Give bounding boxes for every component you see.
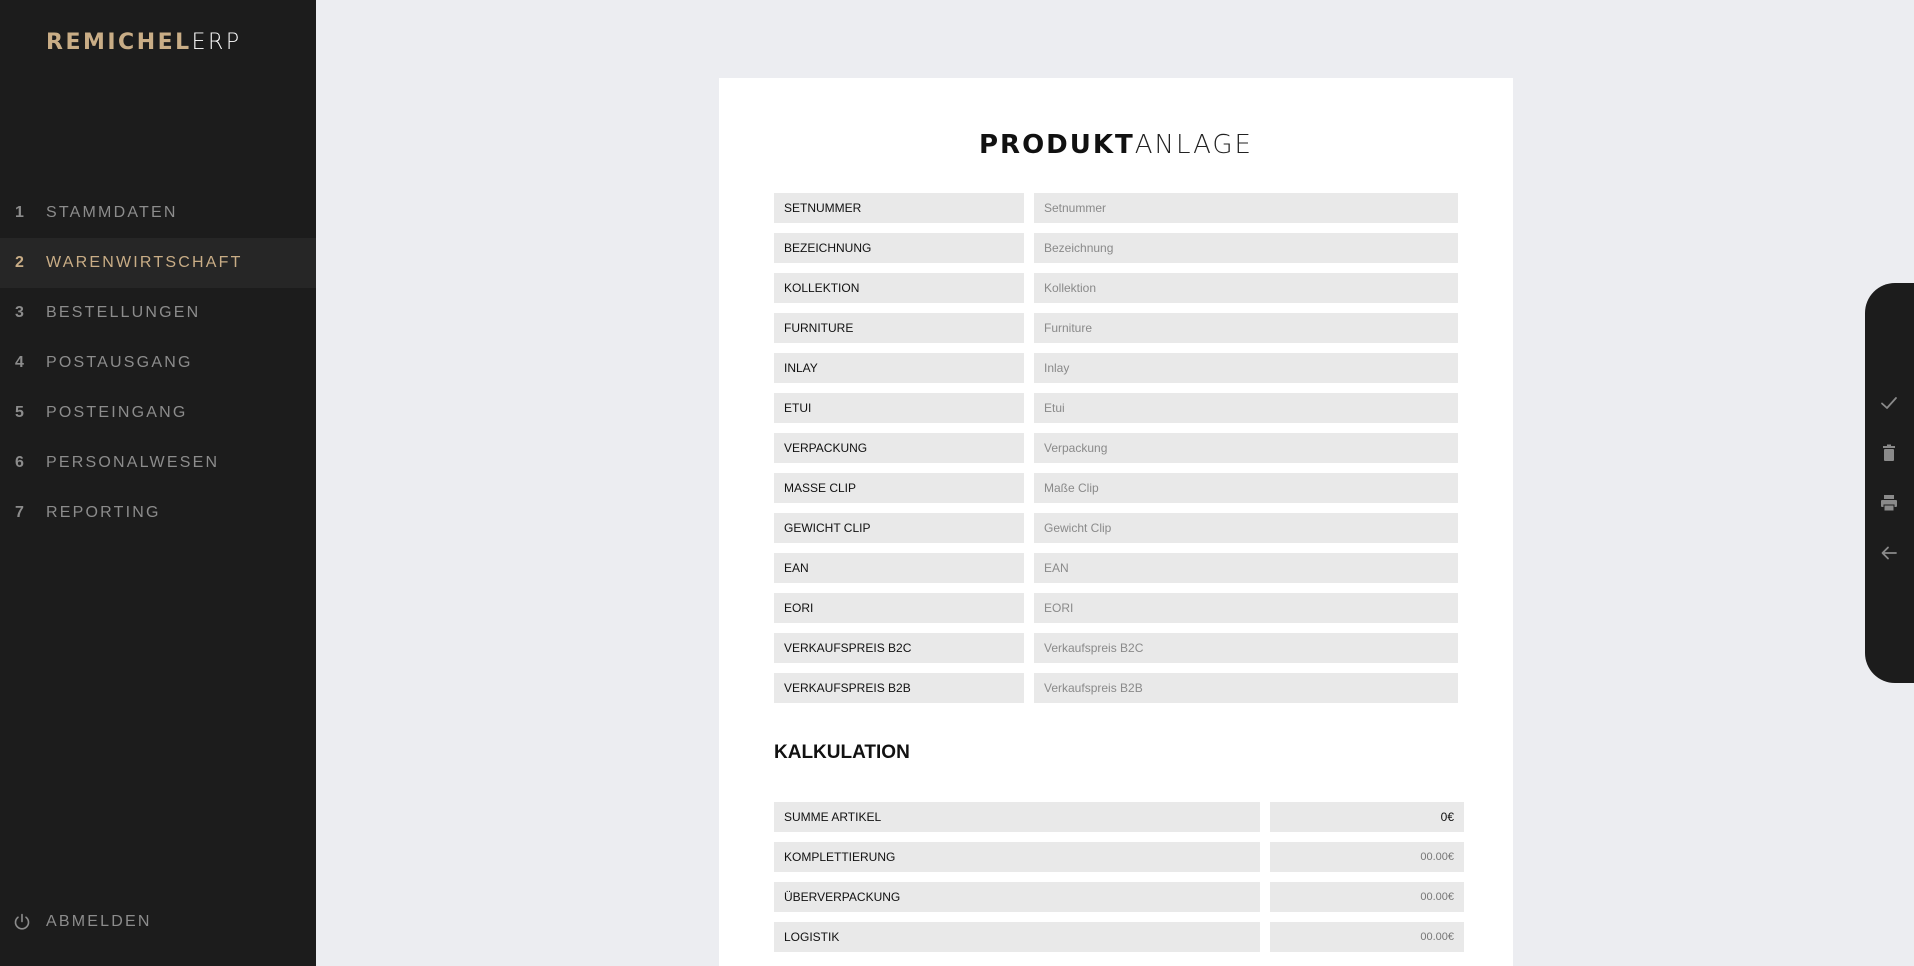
- check-icon: [1881, 397, 1897, 409]
- title-light: ANLAGE: [1134, 130, 1253, 160]
- calc-value-input[interactable]: 00.00€: [1270, 882, 1464, 912]
- sidebar-item-posteingang[interactable]: 5 POSTEINGANG: [0, 388, 316, 438]
- field-label: BEZEICHNUNG: [774, 233, 1024, 263]
- field-label: VERKAUFSPREIS B2B: [774, 673, 1024, 703]
- nav-label: PERSONALWESEN: [46, 454, 220, 471]
- kollektion-input[interactable]: [1034, 273, 1458, 303]
- sidebar-item-personalwesen[interactable]: 6 PERSONALWESEN: [0, 438, 316, 488]
- calc-label: SUMME ARTIKEL: [774, 802, 1260, 832]
- verkaufspreis-b2b-input[interactable]: [1034, 673, 1458, 703]
- calc-label: KOMPLETTIERUNG: [774, 842, 1260, 872]
- nav-number: 3: [15, 304, 24, 321]
- form-row-etui: ETUI: [774, 393, 1460, 423]
- page-title: PRODUKTANLAGE: [719, 130, 1513, 160]
- nav-number: 2: [15, 254, 24, 271]
- nav-number: 6: [15, 454, 24, 471]
- field-label: EAN: [774, 553, 1024, 583]
- logo-strong: REMICHEL: [46, 30, 192, 55]
- section-title-kalkulation: KALKULATION: [774, 742, 910, 763]
- field-label: ETUI: [774, 393, 1024, 423]
- nav-number: 1: [15, 204, 24, 221]
- sidebar: REMICHELERP 1 STAMMDATEN 2 WARENWIRTSCHA…: [0, 0, 316, 966]
- gewicht-clip-input[interactable]: [1034, 513, 1458, 543]
- nav-number: 4: [15, 354, 24, 371]
- form-row-verpackung: VERPACKUNG: [774, 433, 1460, 463]
- field-label: VERPACKUNG: [774, 433, 1024, 463]
- app-logo[interactable]: REMICHELERP: [46, 30, 242, 55]
- ean-input[interactable]: [1034, 553, 1458, 583]
- nav-label: WARENWIRTSCHAFT: [46, 254, 243, 271]
- field-label: MASSE CLIP: [774, 473, 1024, 503]
- field-label: FURNITURE: [774, 313, 1024, 343]
- logout-label: ABMELDEN: [46, 913, 152, 930]
- inlay-input[interactable]: [1034, 353, 1458, 383]
- form-row-bezeichnung: BEZEICHNUNG: [774, 233, 1460, 263]
- nav-label: REPORTING: [46, 504, 161, 521]
- calc-label: ÜBERVERPACKUNG: [774, 882, 1260, 912]
- nav-label: BESTELLUNGEN: [46, 304, 201, 321]
- form-row-gewicht-clip: GEWICHT CLIP: [774, 513, 1460, 543]
- nav-number: 5: [15, 404, 24, 421]
- etui-input[interactable]: [1034, 393, 1458, 423]
- calc-row-ueberverpackung: ÜBERVERPACKUNG 00.00€: [774, 882, 1464, 912]
- sidebar-item-stammdaten[interactable]: 1 STAMMDATEN: [0, 188, 316, 238]
- calc-row-logistik: LOGISTIK 00.00€: [774, 922, 1464, 952]
- calc-value-input[interactable]: 00.00€: [1270, 842, 1464, 872]
- calc-value-input[interactable]: 00.00€: [1270, 922, 1464, 952]
- nav-label: POSTAUSGANG: [46, 354, 193, 371]
- nav-label: POSTEINGANG: [46, 404, 188, 421]
- calc-value: 0€: [1270, 802, 1464, 832]
- furniture-input[interactable]: [1034, 313, 1458, 343]
- field-label: SETNUMMER: [774, 193, 1024, 223]
- setnummer-input[interactable]: [1034, 193, 1458, 223]
- sidebar-item-warenwirtschaft[interactable]: 2 WARENWIRTSCHAFT: [0, 238, 316, 288]
- back-arrow-icon: [1881, 546, 1897, 560]
- title-strong: PRODUKT: [979, 130, 1135, 160]
- form-row-furniture: FURNITURE: [774, 313, 1460, 343]
- masse-clip-input[interactable]: [1034, 473, 1458, 503]
- calc-row-summe-artikel: SUMME ARTIKEL 0€: [774, 802, 1464, 832]
- sidebar-item-bestellungen[interactable]: 3 BESTELLUNGEN: [0, 288, 316, 338]
- sidebar-item-reporting[interactable]: 7 REPORTING: [0, 488, 316, 538]
- trash-icon: [1883, 444, 1895, 461]
- back-button[interactable]: [1875, 539, 1903, 567]
- main-nav: 1 STAMMDATEN 2 WARENWIRTSCHAFT 3 BESTELL…: [0, 188, 316, 538]
- nav-label: STAMMDATEN: [46, 204, 178, 221]
- form-row-setnummer: SETNUMMER: [774, 193, 1460, 223]
- power-icon: [14, 913, 30, 930]
- logo-light: ERP: [191, 30, 242, 55]
- form-row-ean: EAN: [774, 553, 1460, 583]
- delete-button[interactable]: [1875, 439, 1903, 467]
- form-row-verkaufspreis-b2c: VERKAUFSPREIS B2C: [774, 633, 1460, 663]
- form-row-eori: EORI: [774, 593, 1460, 623]
- bezeichnung-input[interactable]: [1034, 233, 1458, 263]
- form-row-verkaufspreis-b2b: VERKAUFSPREIS B2B: [774, 673, 1460, 703]
- nav-number: 7: [15, 504, 24, 521]
- product-form-card: PRODUKTANLAGE SETNUMMER BEZEICHNUNG KOLL…: [719, 78, 1513, 966]
- sidebar-item-postausgang[interactable]: 4 POSTAUSGANG: [0, 338, 316, 388]
- verkaufspreis-b2c-input[interactable]: [1034, 633, 1458, 663]
- field-label: VERKAUFSPREIS B2C: [774, 633, 1024, 663]
- calc-label: LOGISTIK: [774, 922, 1260, 952]
- form-row-masse-clip: MASSE CLIP: [774, 473, 1460, 503]
- verpackung-input[interactable]: [1034, 433, 1458, 463]
- save-button[interactable]: [1875, 389, 1903, 417]
- calc-row-komplettierung: KOMPLETTIERUNG 00.00€: [774, 842, 1464, 872]
- field-label: EORI: [774, 593, 1024, 623]
- eori-input[interactable]: [1034, 593, 1458, 623]
- print-button[interactable]: [1875, 489, 1903, 517]
- form-row-kollektion: KOLLEKTION: [774, 273, 1460, 303]
- field-label: INLAY: [774, 353, 1024, 383]
- field-label: GEWICHT CLIP: [774, 513, 1024, 543]
- field-label: KOLLEKTION: [774, 273, 1024, 303]
- action-toolbar: [1865, 283, 1914, 683]
- print-icon: [1881, 495, 1897, 512]
- form-row-inlay: INLAY: [774, 353, 1460, 383]
- logout-button[interactable]: ABMELDEN: [12, 910, 152, 934]
